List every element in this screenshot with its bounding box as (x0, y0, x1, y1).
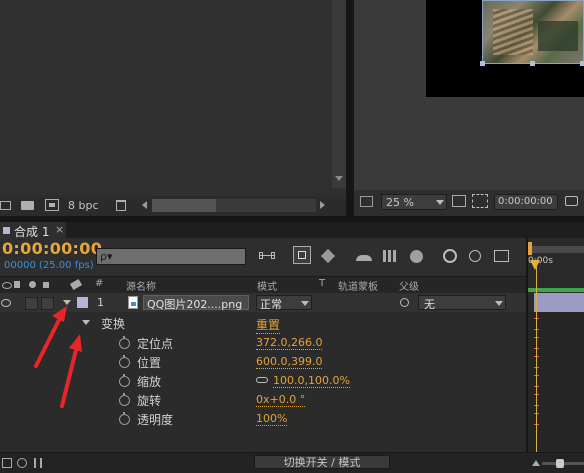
annotation-arrows (34, 306, 82, 408)
annotation-arrow-1 (34, 306, 67, 368)
annotation-arrow-2 (60, 334, 82, 408)
